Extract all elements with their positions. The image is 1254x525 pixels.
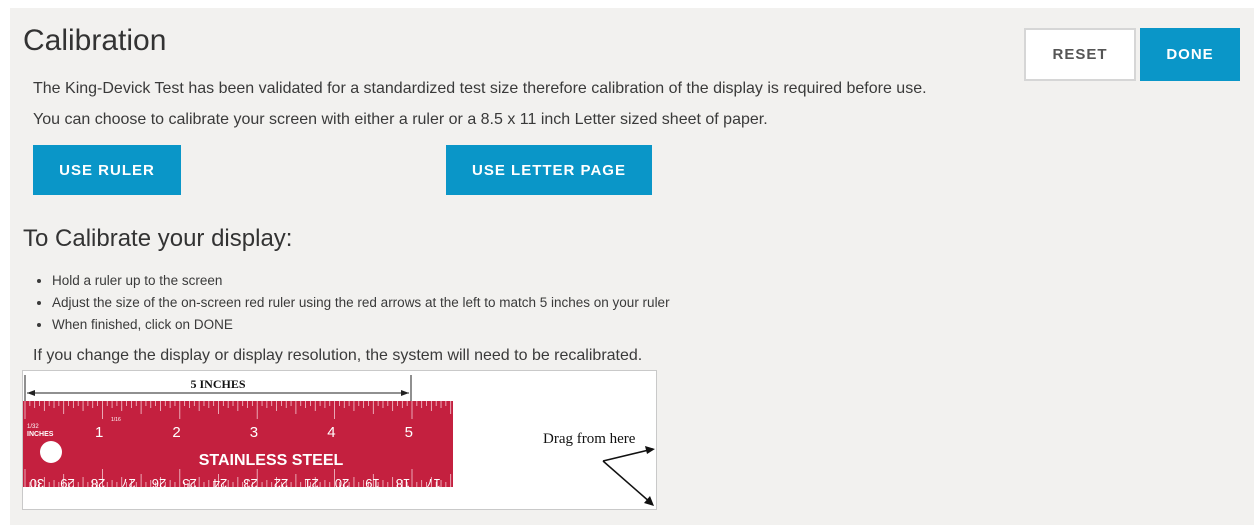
use-letter-page-button[interactable]: USE LETTER PAGE bbox=[446, 145, 652, 195]
instruction-item: Hold a ruler up to the screen bbox=[52, 272, 670, 294]
ruler-cm-number: 24 bbox=[213, 476, 227, 491]
drag-arrow-right-icon bbox=[645, 446, 655, 454]
ruler-units-label: INCHES bbox=[27, 431, 54, 438]
ruler-small-mark: 1/16 bbox=[111, 417, 121, 423]
ruler-cm-number: 29 bbox=[60, 476, 74, 491]
ruler-cm-number: 19 bbox=[365, 476, 379, 491]
done-button[interactable]: DONE bbox=[1140, 28, 1240, 81]
dimension-arrow-left-icon bbox=[27, 390, 35, 396]
ruler-cm-number: 23 bbox=[243, 476, 257, 491]
ruler-hole bbox=[40, 441, 62, 463]
reset-button[interactable]: RESET bbox=[1024, 28, 1136, 81]
ruler-cm-number: 28 bbox=[91, 476, 105, 491]
ruler-cm-number: 26 bbox=[152, 476, 166, 491]
dimension-arrow-right-icon bbox=[401, 390, 409, 396]
ruler-cm-number: 17 bbox=[426, 476, 440, 491]
use-ruler-button[interactable]: USE RULER bbox=[33, 145, 181, 195]
on-screen-ruler-area: 5 INCHES 1/32 INCHES 1/16 12345 STAINLES… bbox=[22, 370, 657, 510]
ruler-inch-number: 1 bbox=[95, 424, 103, 441]
drag-line-right bbox=[602, 448, 654, 462]
instruction-item: When finished, click on DONE bbox=[52, 316, 670, 338]
ruler-inch-number: 2 bbox=[172, 424, 180, 441]
drag-line-down bbox=[602, 460, 652, 504]
red-ruler-body bbox=[23, 401, 453, 487]
instruction-item: Adjust the size of the on-screen red rul… bbox=[52, 294, 670, 316]
ruler-inch-number: 4 bbox=[327, 424, 335, 441]
ruler-cm-number: 18 bbox=[396, 476, 410, 491]
ruler-cm-number: 20 bbox=[335, 476, 349, 491]
ruler-inch-number: 3 bbox=[250, 424, 258, 441]
page-title: Calibration bbox=[23, 24, 167, 57]
ruler-cm-number: 27 bbox=[121, 476, 135, 491]
ruler-cm-number: 30 bbox=[30, 476, 44, 491]
instructions-list: Hold a ruler up to the screen Adjust the… bbox=[52, 272, 670, 338]
drag-hint: Drag from here bbox=[543, 431, 636, 447]
dimension-label: 5 INCHES bbox=[190, 377, 245, 391]
calibration-options-text: You can choose to calibrate your screen … bbox=[33, 111, 768, 128]
ruler-cm-number: 21 bbox=[304, 476, 318, 491]
intro-text: The King-Devick Test has been validated … bbox=[33, 80, 927, 97]
ruler-small-mark: 1/32 bbox=[27, 424, 39, 430]
recalibration-note: If you change the display or display res… bbox=[33, 347, 643, 364]
ruler-inch-number: 5 bbox=[405, 424, 413, 441]
instructions-heading: To Calibrate your display: bbox=[23, 225, 293, 252]
ruler-brand-text: STAINLESS STEEL bbox=[199, 452, 344, 469]
ruler-cm-number: 25 bbox=[182, 476, 196, 491]
ruler-cm-number: 22 bbox=[274, 476, 288, 491]
